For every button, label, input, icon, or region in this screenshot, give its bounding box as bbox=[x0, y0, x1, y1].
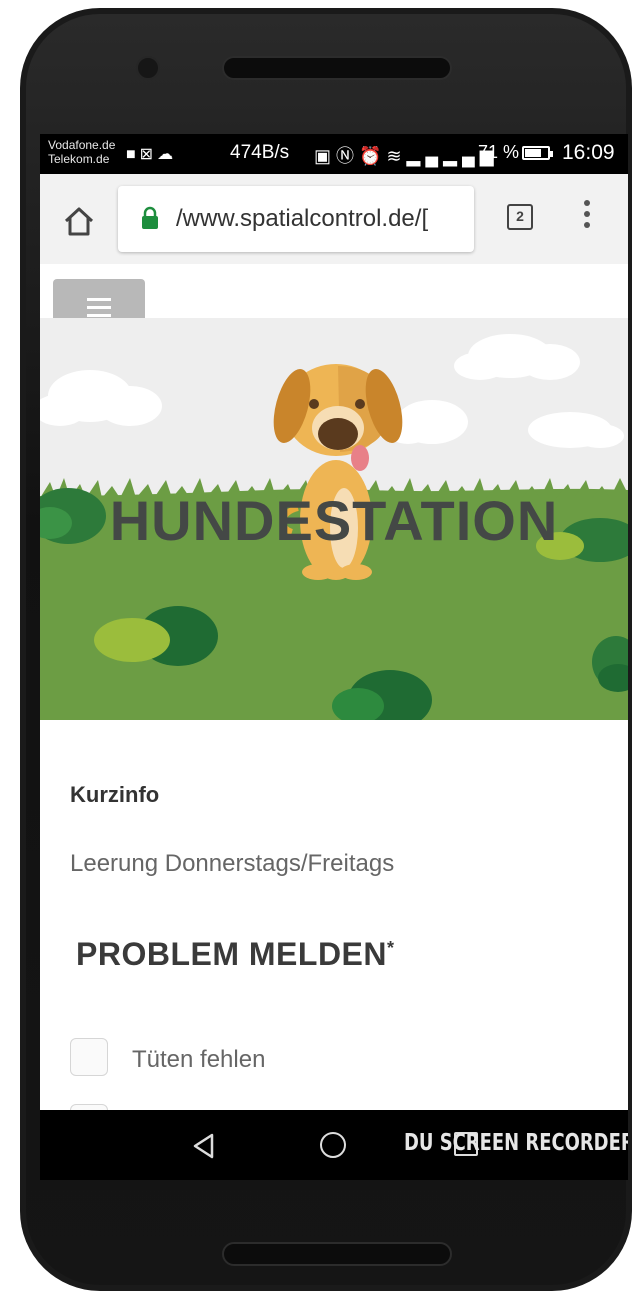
phone-screen: Vodafone.de Telekom.de ■⊠☁ 474B/s ▣Ⓝ⏰≋▂▄… bbox=[40, 134, 628, 1180]
battery-fill bbox=[525, 149, 541, 157]
carrier-2: Telekom.de bbox=[48, 152, 110, 166]
url-bar[interactable]: /www.spatialcontrol.de/[ bbox=[118, 186, 474, 252]
data-rate: 474B/s bbox=[230, 142, 290, 163]
home-icon[interactable] bbox=[62, 204, 96, 238]
tab-switcher-button[interactable]: 2 bbox=[507, 204, 533, 230]
url-text: /www.spatialcontrol.de/[ bbox=[176, 205, 429, 232]
cast-icon: ▣ bbox=[314, 146, 337, 166]
gallery-icon: ⊠ bbox=[139, 146, 158, 163]
notification-icons: ■⊠☁ bbox=[126, 144, 177, 164]
screen-recorder-watermark: DU SCREEN RECORDER bbox=[404, 1130, 628, 1156]
checkbox-label: Tüten fehlen bbox=[132, 1046, 266, 1073]
carrier-1: Vodafone.de bbox=[48, 138, 116, 152]
back-icon[interactable] bbox=[190, 1132, 218, 1160]
status-bar: Vodafone.de Telekom.de ■⊠☁ 474B/s ▣Ⓝ⏰≋▂▄… bbox=[40, 134, 628, 174]
problem-heading: PROBLEM MELDEN* bbox=[76, 936, 395, 973]
system-icons: ▣Ⓝ⏰≋▂▄▂▄▆ bbox=[314, 142, 499, 168]
android-nav-bar: DU SCREEN RECORDER bbox=[40, 1110, 628, 1180]
lock-icon bbox=[142, 206, 158, 229]
cloud-icon: ☁ bbox=[157, 146, 178, 163]
signal-icon-1: ▂▄ bbox=[406, 146, 444, 166]
bottom-speaker bbox=[222, 1242, 452, 1266]
kurzinfo-text: Leerung Donnerstags/Freitags bbox=[70, 850, 395, 877]
browser-toolbar: /www.spatialcontrol.de/[ 2 bbox=[40, 174, 628, 264]
web-page: HUNDESTATION Kurzinfo Leerung Donnerstag… bbox=[40, 264, 628, 1142]
earpiece-speaker bbox=[222, 56, 452, 80]
carrier-names: Vodafone.de Telekom.de bbox=[48, 138, 115, 166]
alarm-icon: ⏰ bbox=[359, 146, 387, 166]
video-icon: ■ bbox=[126, 146, 140, 163]
clock: 16:09 bbox=[562, 141, 615, 164]
wifi-icon: ≋ bbox=[386, 146, 407, 166]
home-circle-icon[interactable] bbox=[320, 1132, 346, 1158]
checkbox-tueten-fehlen[interactable] bbox=[70, 1038, 108, 1076]
hero-title: HUNDESTATION bbox=[109, 489, 559, 552]
overflow-menu-icon[interactable] bbox=[580, 200, 594, 236]
battery-percent: 71 % bbox=[478, 142, 520, 162]
nfc-icon: Ⓝ bbox=[336, 146, 360, 166]
kurzinfo-heading: Kurzinfo bbox=[70, 782, 160, 807]
battery-icon bbox=[522, 146, 553, 160]
front-camera bbox=[136, 56, 160, 80]
required-mark: * bbox=[387, 938, 395, 958]
problem-heading-text: PROBLEM MELDEN bbox=[76, 936, 387, 972]
